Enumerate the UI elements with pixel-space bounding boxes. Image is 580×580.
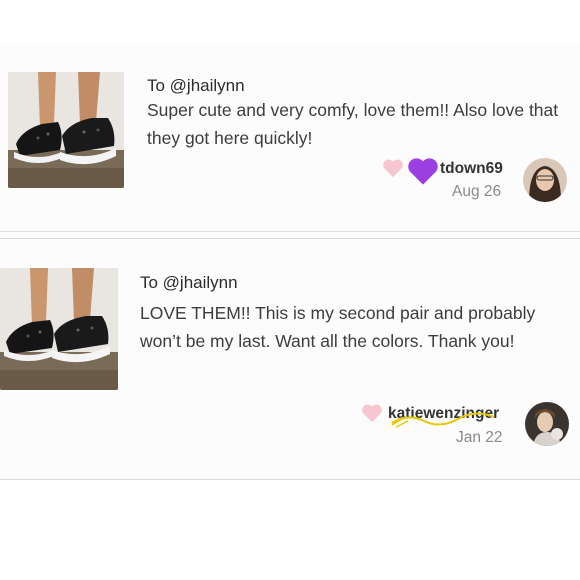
review-text: LOVE THEM!! This is my second pair and p… [140,303,536,351]
review-date: Jan 22 [456,429,503,446]
heart-pink-icon[interactable] [382,158,404,178]
product-photo[interactable] [8,72,124,188]
heart-purple-icon[interactable] [406,156,440,186]
review-text: Super cute and very comfy, love them!! A… [147,100,559,148]
reviewer-username[interactable]: tdown69 [440,160,503,178]
avatar[interactable] [525,402,569,446]
review-card: To @jhailynn LOVE THEM!! This is my seco… [0,238,580,480]
product-photo[interactable] [0,268,118,390]
avatar[interactable] [523,158,567,202]
scribble-mark [391,412,495,428]
heart-pink-icon[interactable] [361,403,383,423]
recipient-label: To @jhailynn [147,76,245,95]
recipient-label: To @jhailynn [140,273,238,292]
review-card: To @jhailynn Super cute and very comfy, … [0,44,580,232]
review-date: Aug 26 [452,183,502,200]
